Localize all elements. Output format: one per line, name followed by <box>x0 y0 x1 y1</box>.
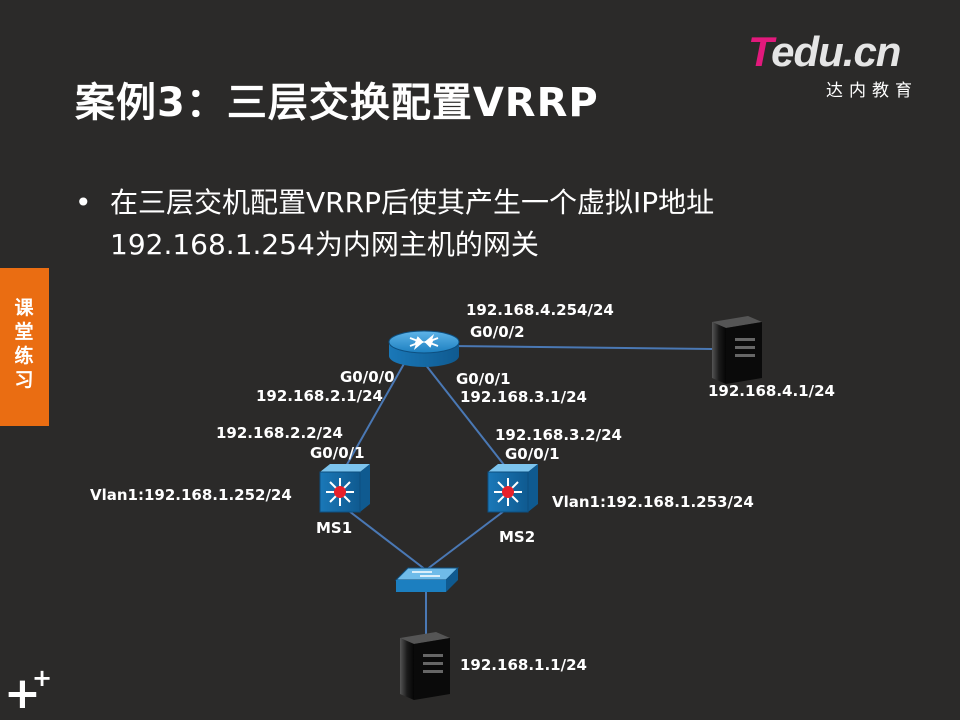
link-router-server <box>449 345 713 350</box>
ms1-switch-icon <box>319 464 370 513</box>
router-g002-port-label: G0/0/2 <box>470 323 525 341</box>
router-g000-ip-label: 192.168.2.1/24 <box>256 387 383 405</box>
ms2-name-label: MS2 <box>499 528 535 546</box>
router-g001-ip-label: 192.168.3.1/24 <box>460 388 587 406</box>
access-switch-icon <box>394 567 460 592</box>
ms1-uplink-port-label: G0/0/1 <box>310 444 365 462</box>
server-top-ip-label: 192.168.4.1/24 <box>708 382 835 400</box>
server-bottom-ip-label: 192.168.1.1/24 <box>460 656 587 674</box>
server-top-icon <box>712 316 762 384</box>
ms2-uplink-port-label: G0/0/1 <box>505 445 560 463</box>
ms2-uplink-ip-label: 192.168.3.2/24 <box>495 426 622 444</box>
ms1-name-label: MS1 <box>316 519 352 537</box>
server-bottom-icon <box>400 632 450 700</box>
router-g001-port-label: G0/0/1 <box>456 370 511 388</box>
ms2-vlan-label: Vlan1:192.168.1.253/24 <box>552 493 754 511</box>
link-ms1-switch <box>344 507 427 571</box>
network-topology-diagram: 192.168.4.254/24 G0/0/2 G0/0/0 192.168.2… <box>90 301 835 700</box>
ms2-switch-icon <box>487 464 538 513</box>
router-icon <box>388 330 460 367</box>
ms1-uplink-ip-label: 192.168.2.2/24 <box>216 424 343 442</box>
link-ms2-switch <box>425 507 509 571</box>
router-g002-ip-label: 192.168.4.254/24 <box>466 301 614 319</box>
router-g000-port-label: G0/0/0 <box>340 368 395 386</box>
ms1-vlan-label: Vlan1:192.168.1.252/24 <box>90 486 292 504</box>
